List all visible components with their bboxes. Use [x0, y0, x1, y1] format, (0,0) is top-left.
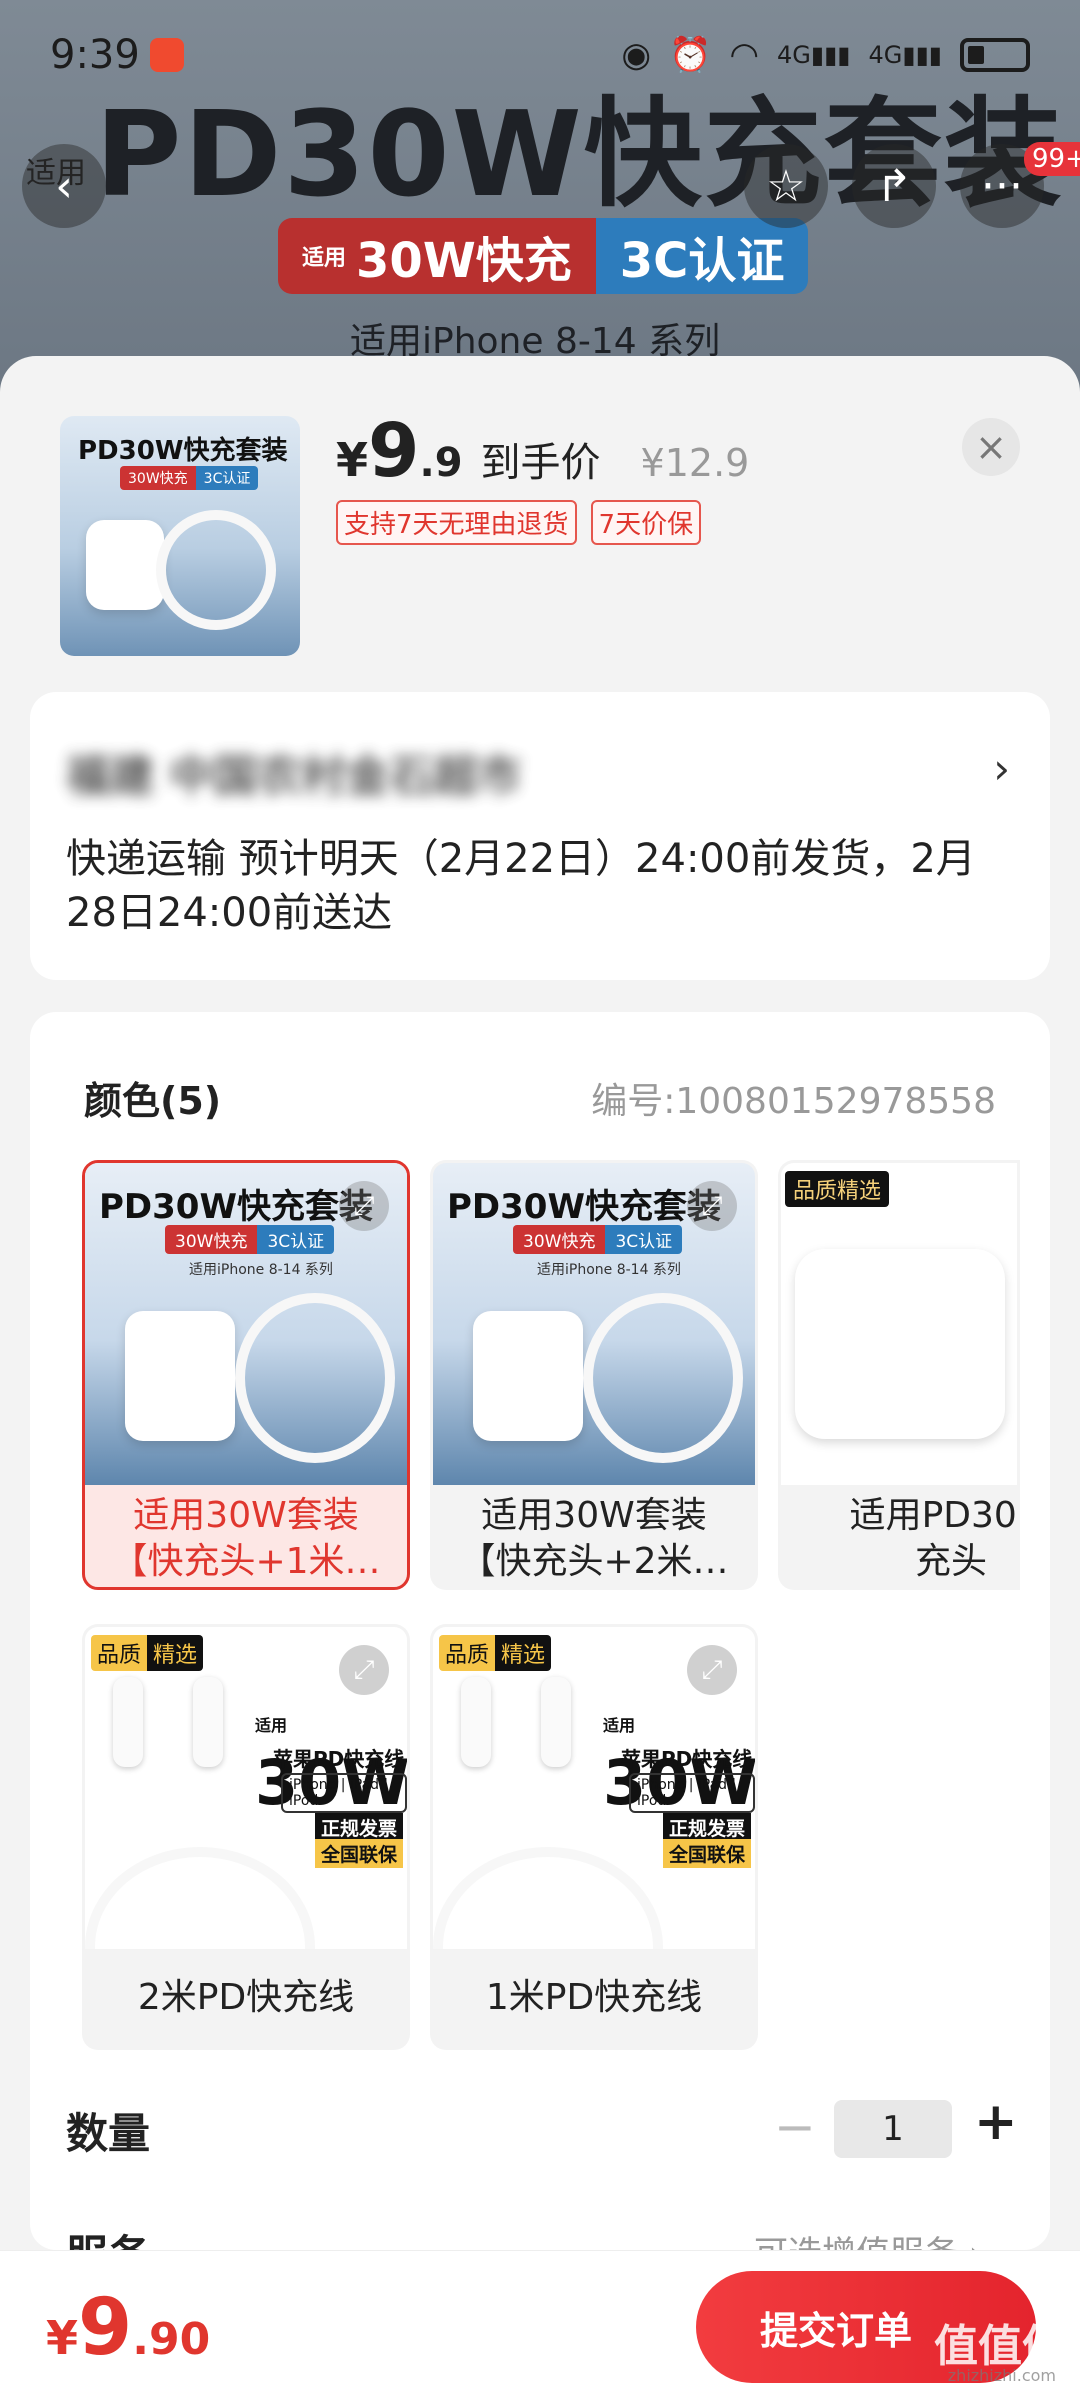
original-price: ¥12.9: [640, 441, 750, 485]
zoom-icon[interactable]: ⤢: [339, 1181, 389, 1231]
color-title: 颜色(5): [84, 1079, 222, 1123]
options-card: 颜色(5) 编号:10080152978558 PD30W快充套装 30W快充 3…: [30, 1012, 1050, 2250]
return-tag: 支持7天无理由退货: [336, 500, 577, 545]
charger-image: [125, 1311, 235, 1441]
cable-plug-image: [193, 1677, 223, 1767]
close-icon: ×: [975, 425, 1007, 469]
chevron-right-icon: ›: [993, 744, 1010, 793]
signal-icon-2: 4G▮▮▮: [868, 41, 943, 69]
total-price: ¥ 9 .90: [46, 2283, 211, 2373]
share-icon: ↱: [875, 160, 913, 212]
option-item-5[interactable]: 品质 精选 ⤢ 适用30W 苹果PD快充线 iPhone | iPad | iPo…: [430, 1624, 758, 2050]
charger-image: [473, 1311, 583, 1441]
price-row: ¥ 9 .9 到手价 ¥12.9: [336, 408, 750, 494]
battery-icon: [960, 38, 1030, 72]
banner-tag: 适用 30W快充 3C认证: [278, 218, 809, 294]
favorite-button[interactable]: ☆: [744, 144, 828, 228]
bottom-bar: ¥ 9 .90 提交订单: [0, 2250, 1080, 2400]
shipping-estimate: 快递运输 预计明天（2月22日）24:00前发货，2月28日24:00前送达: [66, 836, 976, 936]
quality-badge: 品质精选: [439, 1635, 552, 1671]
quantity-decrease-button[interactable]: −: [774, 2098, 816, 2156]
app-notification-icon: [149, 38, 184, 72]
cable-plug-image: [113, 1677, 143, 1767]
product-code: 编号:10080152978558: [591, 1081, 996, 1122]
close-button[interactable]: ×: [962, 418, 1020, 476]
quality-badge: 品质精选: [91, 1635, 204, 1671]
charger-image: [795, 1249, 1005, 1439]
price-protect-tag: 7天价保: [590, 500, 702, 545]
status-time: 9:39: [50, 32, 140, 78]
service-tags: 支持7天无理由退货 7天价保: [336, 500, 702, 545]
share-button[interactable]: ↱: [852, 144, 936, 228]
quality-badge: 品质精选: [785, 1171, 890, 1207]
product-thumbnail[interactable]: PD30W快充套装 30W快充 3C认证: [60, 416, 300, 656]
alarm-icon: ⏰: [668, 35, 712, 75]
cable-image: [235, 1293, 395, 1463]
zoom-icon[interactable]: ⤢: [687, 1181, 737, 1231]
option-item-3[interactable]: 品质精选 适用PD30W 充头: [778, 1160, 1020, 1590]
cable-plug-image: [541, 1677, 571, 1767]
price-label: 到手价: [480, 440, 601, 486]
option-item-2[interactable]: PD30W快充套装 30W快充 3C认证 适用iPhone 8-14 系列 ⤢ 适…: [430, 1160, 758, 1590]
charger-image: [86, 520, 164, 610]
signal-icon: 4G▮▮▮: [777, 41, 851, 69]
cable-image: [583, 1293, 743, 1463]
status-bar: 9:39 ◉ ⏰ ◠ 4G▮▮▮ 4G▮▮▮: [0, 0, 1080, 110]
wifi-icon: ◠: [729, 35, 759, 75]
price-value: 9: [368, 408, 420, 494]
cable-image: [156, 510, 276, 630]
cable-plug-image: [461, 1677, 491, 1767]
watermark-url: zhizhizhi.com: [947, 2366, 1056, 2385]
star-icon: ☆: [766, 160, 806, 212]
quantity-increase-button[interactable]: +: [974, 2092, 1018, 2152]
quantity-value[interactable]: 1: [834, 2100, 952, 2158]
address-text: 福建 中国农村金石超市: [66, 751, 522, 802]
quantity-label: 数量: [66, 2109, 151, 2158]
message-badge: 99+: [1024, 142, 1080, 176]
back-button[interactable]: ‹: [22, 144, 106, 228]
eye-icon: ◉: [621, 35, 651, 75]
more-icon: ···: [981, 160, 1023, 212]
option-item-4[interactable]: 品质 精选 ⤢ 适用30W 苹果PD快充线 iPhone | iPad | iPo…: [82, 1624, 410, 2050]
chevron-left-icon: ‹: [55, 160, 73, 212]
shipping-card[interactable]: 福建 中国农村金石超市 › 快递运输 预计明天（2月22日）24:00前发货，2…: [30, 692, 1050, 980]
watermark-logo: 值值值: [934, 2321, 1066, 2372]
option-item-1[interactable]: PD30W快充套装 30W快充 3C认证 适用iPhone 8-14 系列 ⤢ 适…: [82, 1160, 410, 1590]
